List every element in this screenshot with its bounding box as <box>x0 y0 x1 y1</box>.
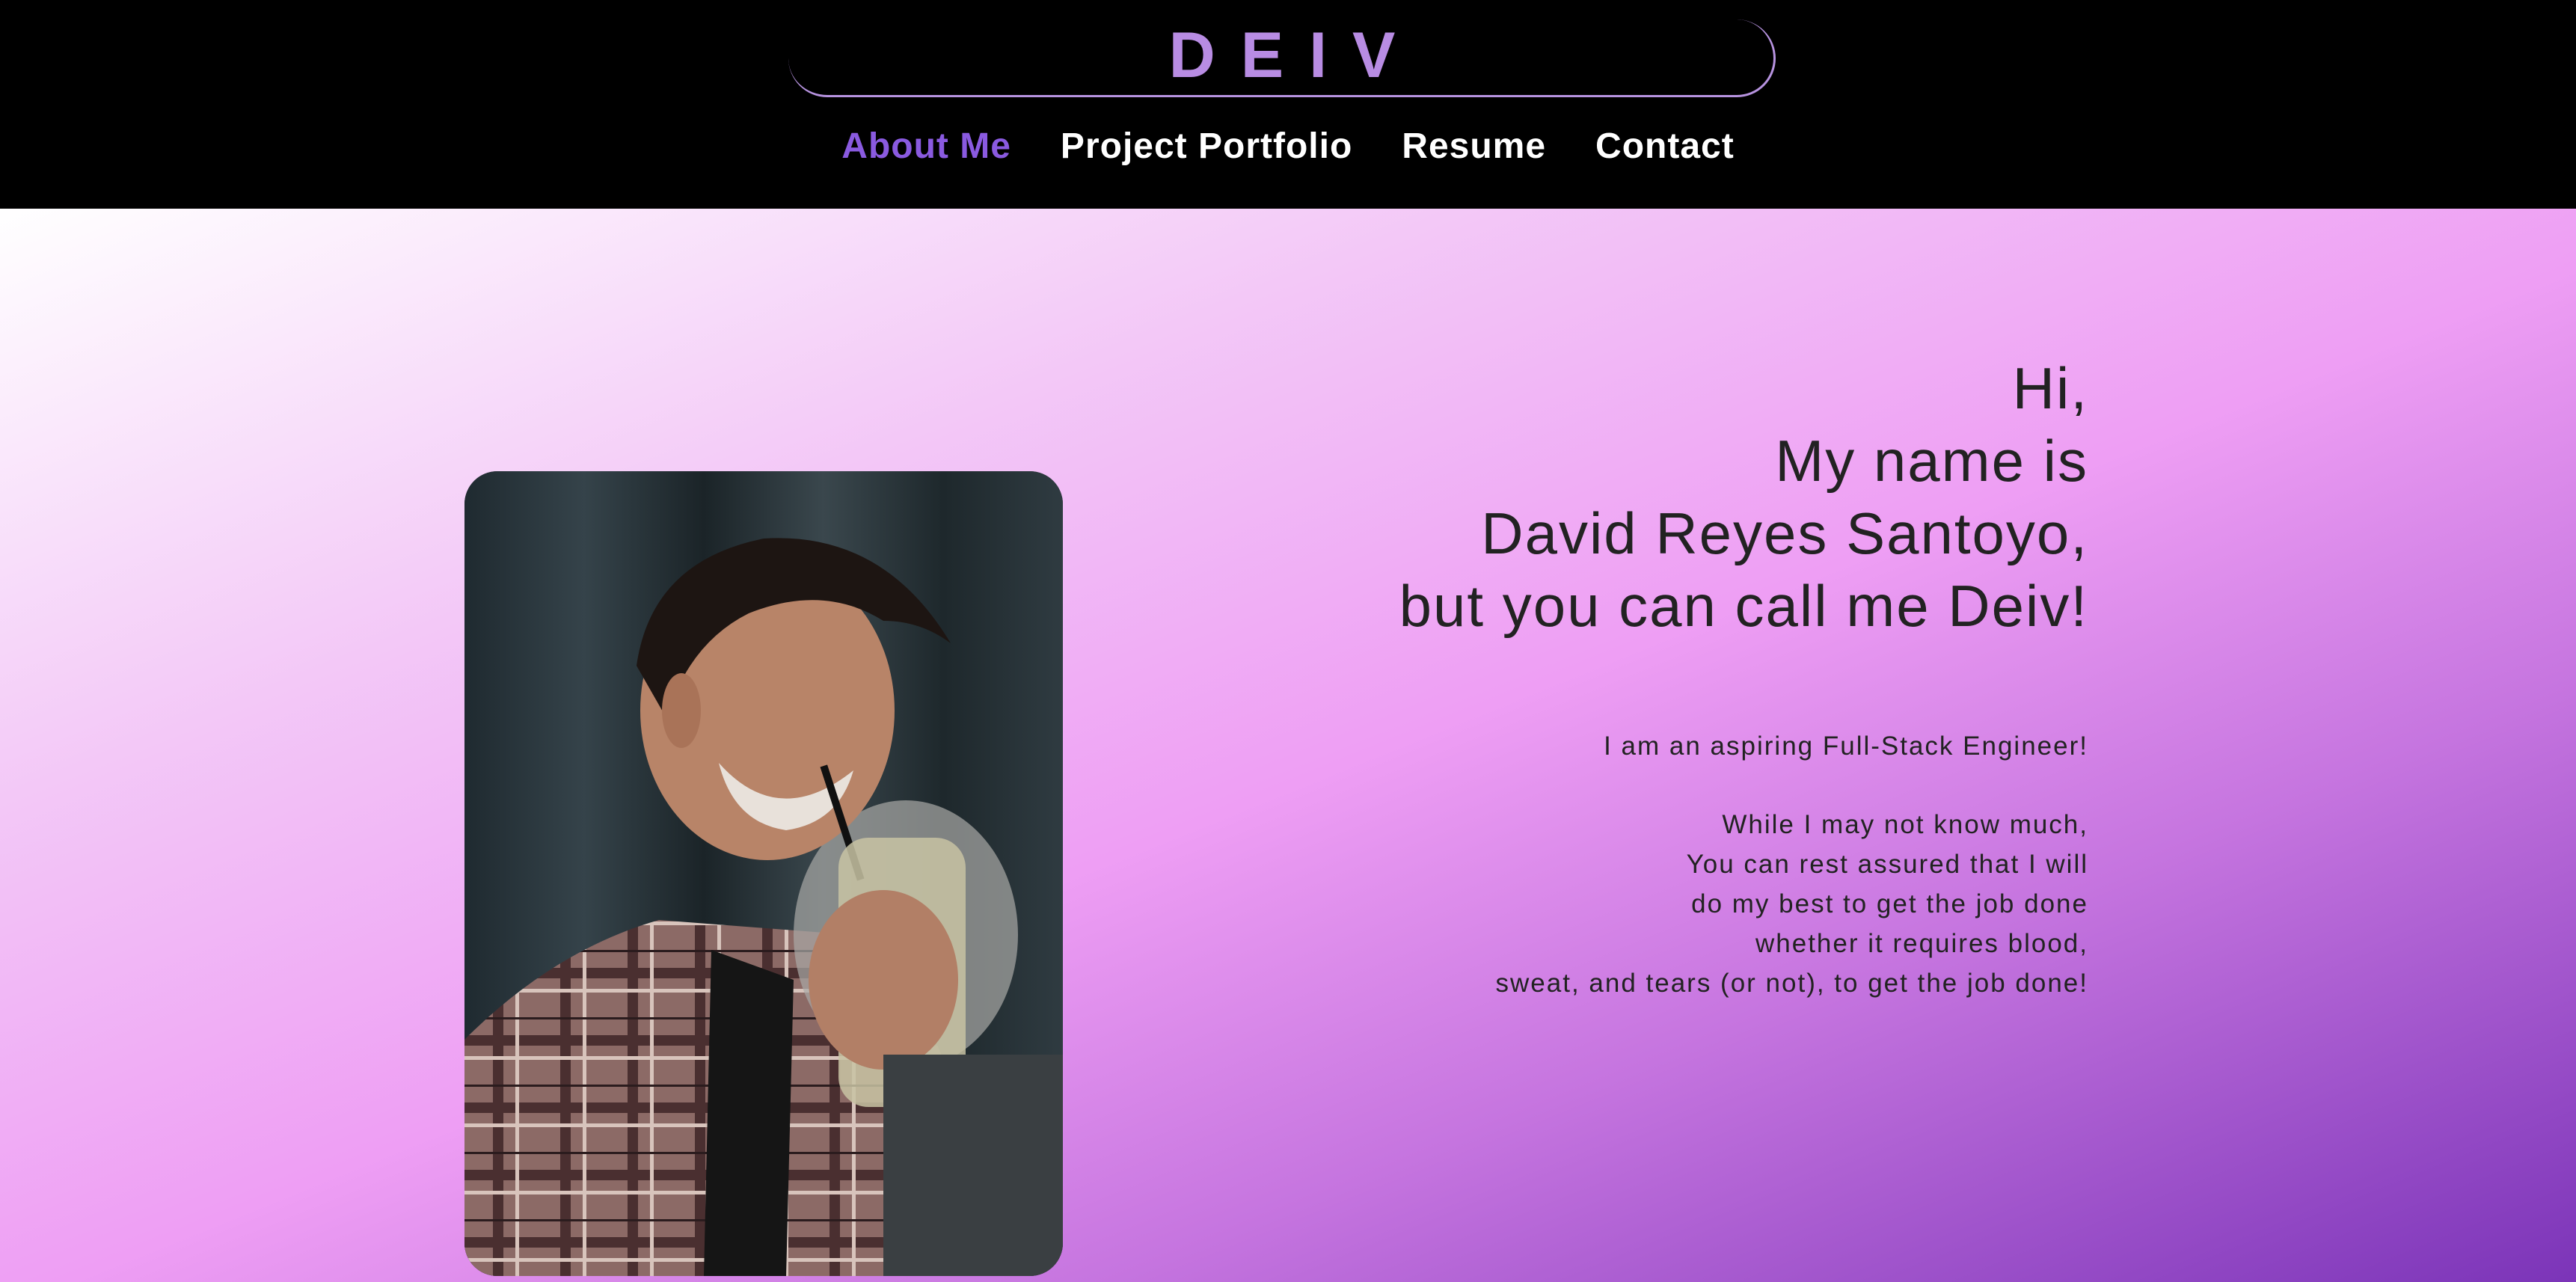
bio-line-5: sweat, and tears (or not), to get the jo… <box>1495 969 2088 998</box>
nav-about-me[interactable]: About Me <box>841 117 1011 177</box>
bio-spacer <box>1266 766 2088 805</box>
bio-tagline: I am an aspiring Full-Stack Engineer! <box>1604 732 2088 761</box>
intro-line-name-prefix: My name is <box>1775 428 2088 494</box>
nav-resume[interactable]: Resume <box>1402 117 1546 177</box>
site-logo[interactable]: DEIV <box>788 16 1776 94</box>
bio-line-2: You can rest assured that I will <box>1686 850 2088 879</box>
main-nav: About Me Project Portfolio Resume Contac… <box>0 117 2576 177</box>
site-header: DEIV About Me Project Portfolio Resume C… <box>0 0 2576 209</box>
about-hero: Hi, My name is David Reyes Santoyo, but … <box>0 209 2576 1282</box>
nav-contact[interactable]: Contact <box>1595 117 1735 177</box>
intro-line-full-name: David Reyes Santoyo, <box>1481 500 2088 566</box>
bio-line-1: While I may not know much, <box>1722 810 2088 839</box>
profile-photo <box>464 471 1063 1276</box>
intro-line-nickname: but you can call me Deiv! <box>1399 573 2088 639</box>
intro-line-greeting: Hi, <box>2012 355 2088 421</box>
bio-text: I am an aspiring Full-Stack Engineer! Wh… <box>1266 726 2088 1003</box>
bio-line-4: whether it requires blood, <box>1755 929 2088 958</box>
intro-heading: Hi, My name is David Reyes Santoyo, but … <box>1116 352 2088 642</box>
nav-project-portfolio[interactable]: Project Portfolio <box>1061 117 1352 177</box>
bio-line-3: do my best to get the job done <box>1691 889 2088 918</box>
portrait-photo-icon <box>464 471 1063 1276</box>
